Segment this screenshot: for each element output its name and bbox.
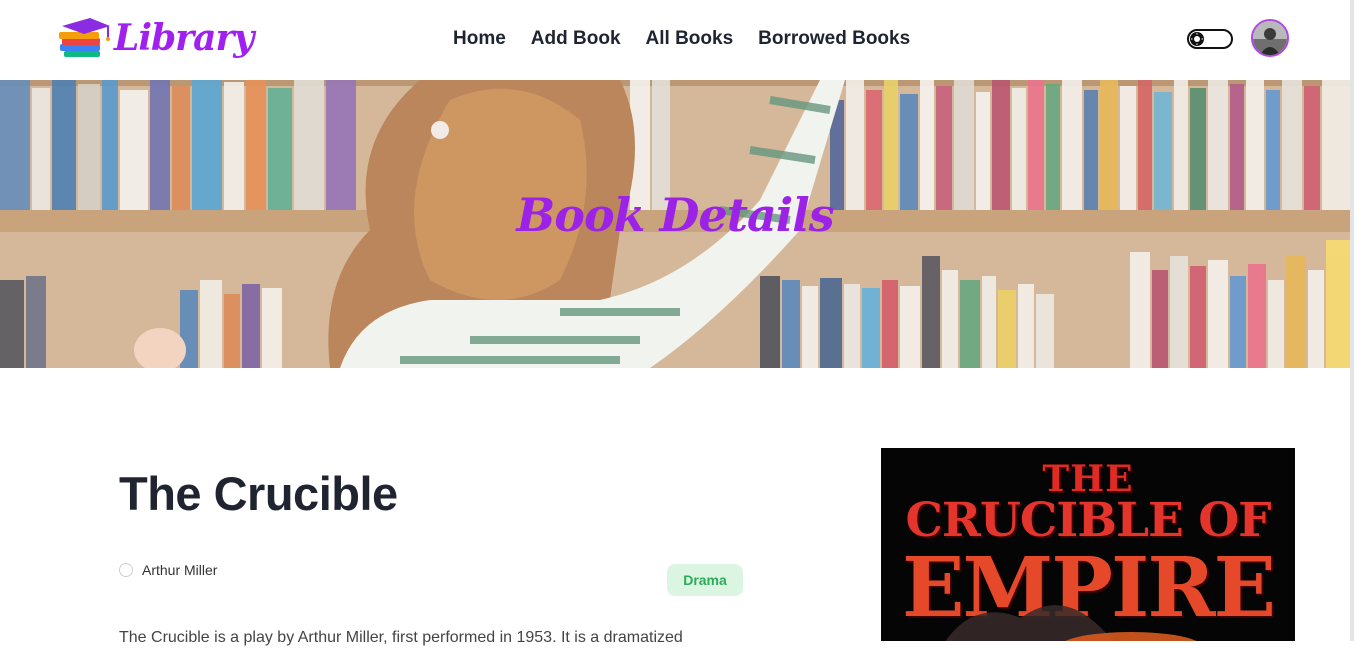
nav-borrowed-books[interactable]: Borrowed Books [758, 28, 910, 50]
books-logo-icon [59, 18, 110, 57]
author-name: Arthur Miller [142, 562, 218, 578]
genre-badge: Drama [667, 564, 743, 596]
user-avatar[interactable] [1251, 19, 1289, 57]
hero-banner: Book Details [0, 80, 1350, 368]
nav-all-books[interactable]: All Books [646, 28, 734, 50]
nav-add-book[interactable]: Add Book [531, 28, 621, 50]
logo[interactable]: Library [56, 14, 254, 62]
author-avatar-icon [119, 563, 133, 577]
author-row: Arthur Miller [119, 562, 217, 578]
banner-title: Book Details [516, 188, 834, 242]
avatar-image [1253, 21, 1287, 55]
book-cover-image: THE CRUCIBLE OF EMPIRE [881, 448, 1295, 641]
book-title: The Crucible [119, 467, 398, 520]
main-nav: Home Add Book All Books Borrowed Books [453, 28, 935, 50]
header: Library Home Add Book All Books Borrowed… [0, 0, 1354, 80]
cover-art-graphic [945, 605, 1197, 641]
sun-icon [1190, 32, 1204, 46]
theme-toggle[interactable] [1187, 29, 1233, 49]
logo-text: Library [114, 17, 254, 59]
nav-home[interactable]: Home [453, 28, 506, 50]
book-description: The Crucible is a play by Arthur Miller,… [119, 629, 683, 646]
page-scrollbar[interactable] [1350, 0, 1354, 641]
